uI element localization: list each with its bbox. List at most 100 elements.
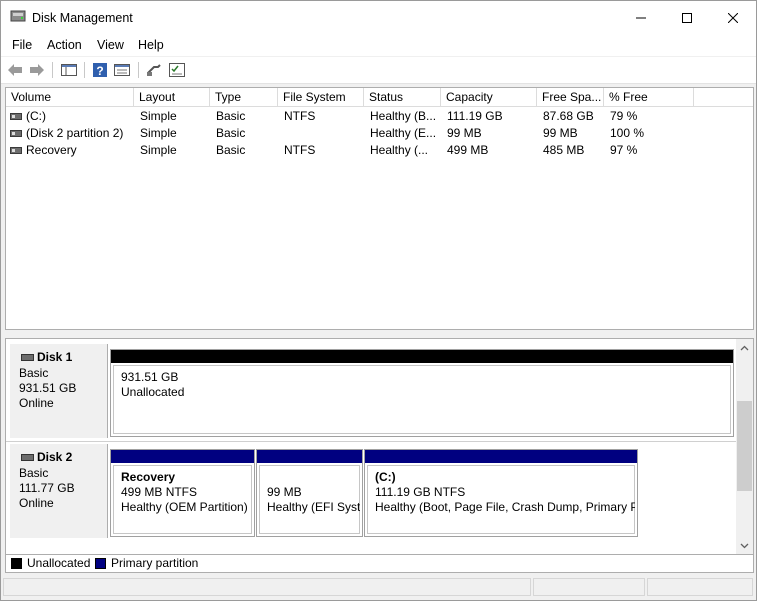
menu-bar: File Action View Help <box>1 34 756 56</box>
console-tree-button[interactable] <box>59 60 79 80</box>
volume-free-space: 87.68 GB <box>543 109 594 123</box>
disk-1-info[interactable]: Disk 1 Basic 931.51 GB Online <box>10 344 108 438</box>
partition-label: (C:) <box>375 470 396 484</box>
scroll-up-button[interactable] <box>736 339 753 356</box>
volume-capacity: 99 MB <box>447 126 482 140</box>
column-header-layout[interactable]: Layout <box>134 88 210 107</box>
menu-help[interactable]: Help <box>138 38 164 52</box>
status-cell <box>533 578 645 596</box>
volume-name: (C:) <box>26 109 46 123</box>
disk-1-type: Basic <box>19 366 49 380</box>
partition-size: 99 MB <box>267 485 302 499</box>
properties-button[interactable] <box>112 60 132 80</box>
back-icon <box>8 64 22 76</box>
graph-vertical-scrollbar[interactable] <box>736 339 753 554</box>
column-header-file-system[interactable]: File System <box>278 88 364 107</box>
connect-button[interactable] <box>144 60 164 80</box>
checklist-icon <box>169 63 185 77</box>
disk-2-type: Basic <box>19 466 49 480</box>
scroll-thumb[interactable] <box>737 401 752 491</box>
volume-percent-free: 97 % <box>610 143 638 157</box>
column-header-free-space[interactable]: Free Spa... <box>537 88 604 107</box>
title-bar[interactable]: Disk Management <box>1 1 756 34</box>
menu-view[interactable]: View <box>97 38 124 52</box>
volume-icon <box>10 113 22 120</box>
column-header-volume[interactable]: Volume <box>6 88 134 107</box>
minimize-icon <box>636 17 646 18</box>
partition-size: 499 MB NTFS <box>121 485 198 499</box>
volume-percent-free: 100 % <box>610 126 645 140</box>
partition-bar-primary <box>365 450 637 463</box>
table-row[interactable]: (Disk 2 partition 2) Simple Basic Health… <box>6 125 753 142</box>
partition-status: Healthy (OEM Partition) <box>121 500 248 514</box>
checklist-button[interactable] <box>167 60 187 80</box>
help-icon: ? <box>93 63 107 78</box>
volume-name: Recovery <box>26 143 77 157</box>
forward-button[interactable] <box>27 60 47 80</box>
disk-graphical-view[interactable]: Disk 1 Basic 931.51 GB Online 931.51 GB … <box>5 338 754 555</box>
partition-size: 111.19 GB NTFS <box>375 485 466 499</box>
column-header-percent-free[interactable]: % Free <box>604 88 694 107</box>
volume-capacity: 499 MB <box>447 143 489 157</box>
partition-disk2-c-drive[interactable]: (C:) 111.19 GB NTFS Healthy (Boot, Page … <box>364 449 638 537</box>
close-icon <box>728 12 738 23</box>
chevron-down-icon <box>740 543 749 548</box>
legend-label-unallocated: Unallocated <box>27 556 91 570</box>
status-bar <box>1 576 756 598</box>
volume-layout: Simple <box>140 143 177 157</box>
close-button[interactable] <box>710 1 756 34</box>
legend-swatch-primary <box>95 558 106 569</box>
partition-status: Healthy (Boot, Page File, Crash Dump, Pr… <box>375 500 635 514</box>
table-row[interactable]: Recovery Simple Basic NTFS Healthy (... … <box>6 142 753 159</box>
disk-management-app-icon <box>10 10 26 22</box>
volume-icon <box>10 130 22 137</box>
volume-type: Basic <box>216 109 246 123</box>
column-header-capacity[interactable]: Capacity <box>441 88 537 107</box>
partition-status: Healthy (EFI Syste <box>267 500 360 514</box>
back-button[interactable] <box>5 60 25 80</box>
maximize-button[interactable] <box>664 1 710 34</box>
partition-disk2-recovery[interactable]: Recovery 499 MB NTFS Healthy (OEM Partit… <box>110 449 255 537</box>
volume-free-space: 485 MB <box>543 143 585 157</box>
volume-file-system: NTFS <box>284 109 316 123</box>
volume-layout: Simple <box>140 126 177 140</box>
disk-1-name: Disk 1 <box>37 350 73 364</box>
volume-file-system: NTFS <box>284 143 316 157</box>
forward-icon <box>30 64 44 76</box>
scroll-down-button[interactable] <box>736 537 753 554</box>
volume-status: Healthy (B... <box>370 109 437 123</box>
legend: Unallocated Primary partition <box>5 555 754 573</box>
column-header-type[interactable]: Type <box>210 88 278 107</box>
volume-name: (Disk 2 partition 2) <box>26 126 124 140</box>
menu-file[interactable]: File <box>12 38 32 52</box>
partition-size: 931.51 GB <box>121 370 179 384</box>
disk-icon <box>21 354 34 361</box>
minimize-button[interactable] <box>618 1 664 34</box>
column-header-filler <box>694 88 753 107</box>
legend-label-primary: Primary partition <box>111 556 199 570</box>
disk-2-info[interactable]: Disk 2 Basic 111.77 GB Online <box>10 444 108 538</box>
chevron-up-icon <box>740 345 749 350</box>
partition-label: Recovery <box>121 470 176 484</box>
help-button[interactable]: ? <box>90 60 110 80</box>
maximize-icon <box>682 12 692 23</box>
partition-status: Unallocated <box>121 385 185 399</box>
disk-1-state: Online <box>19 396 54 410</box>
properties-icon <box>114 64 130 76</box>
volume-type: Basic <box>216 143 246 157</box>
volume-capacity: 111.19 GB <box>447 109 503 123</box>
partition-disk1-unallocated[interactable]: 931.51 GB Unallocated <box>110 349 734 437</box>
volume-free-space: 99 MB <box>543 126 578 140</box>
volume-status: Healthy (E... <box>370 126 437 140</box>
partition-disk2-efi[interactable]: 99 MB Healthy (EFI Syste <box>256 449 363 537</box>
column-header-status[interactable]: Status <box>364 88 441 107</box>
menu-action[interactable]: Action <box>47 38 82 52</box>
volume-status: Healthy (... <box>370 143 429 157</box>
table-row[interactable]: (C:) Simple Basic NTFS Healthy (B... 111… <box>6 108 753 125</box>
partition-bar-unallocated <box>111 350 733 363</box>
volume-percent-free: 79 % <box>610 109 638 123</box>
volume-list[interactable]: Volume Layout Type File System Status Ca… <box>5 87 754 330</box>
console-tree-icon <box>61 64 77 76</box>
disk-2-name: Disk 2 <box>37 450 73 464</box>
volume-type: Basic <box>216 126 246 140</box>
